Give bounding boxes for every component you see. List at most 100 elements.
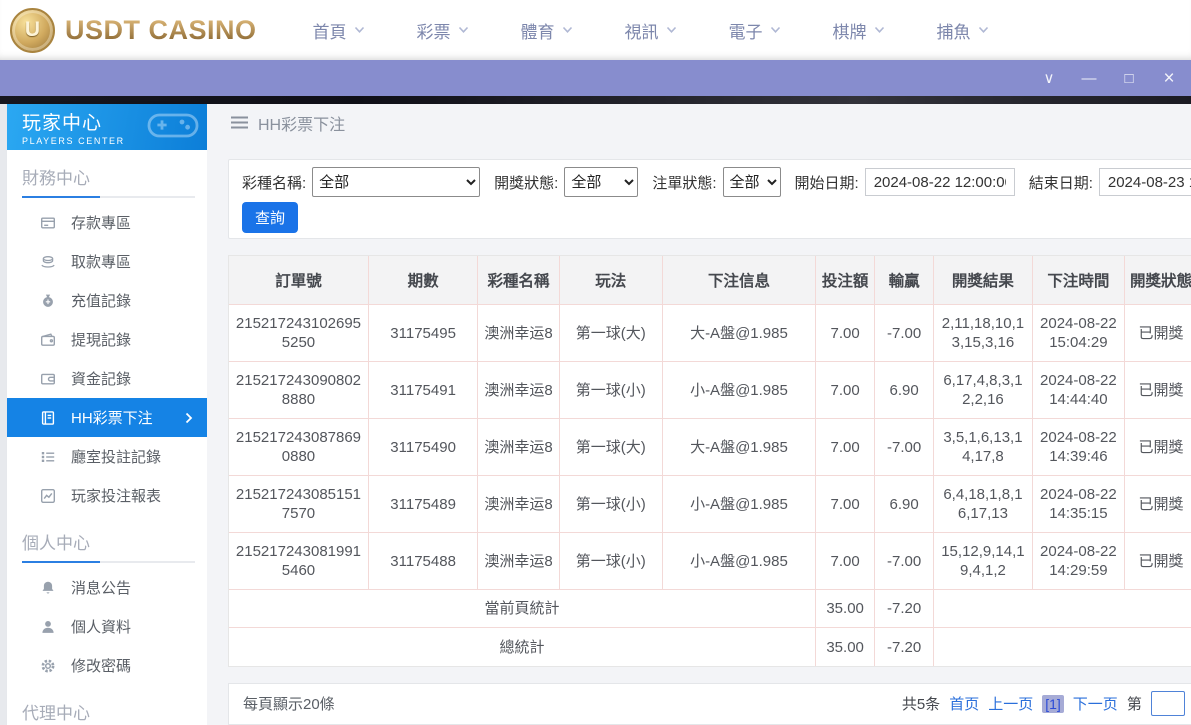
sidebar-section-title: 財務中心 bbox=[7, 150, 207, 196]
page-jump-input[interactable] bbox=[1151, 691, 1185, 716]
deposit-icon bbox=[40, 215, 56, 231]
next-page-link[interactable]: 下一页 bbox=[1073, 693, 1118, 714]
bets-table-card: 訂單號期數彩種名稱玩法下注信息投注額輸贏開獎結果下注時間開獎狀態注單狀態 215… bbox=[228, 255, 1191, 667]
nav-item[interactable]: 體育 bbox=[521, 18, 573, 43]
site-header: U USDT CASINO 首頁彩票體育視訊電子棋牌捕魚 bbox=[0, 0, 1191, 60]
table-cell: 15,12,9,14,19,4,1,2 bbox=[934, 533, 1033, 590]
nav-item[interactable]: 捕魚 bbox=[937, 18, 989, 43]
first-page-link[interactable]: 首页 bbox=[949, 693, 979, 714]
window-minimize-icon[interactable]: — bbox=[1081, 71, 1097, 86]
announcement-icon bbox=[40, 580, 56, 596]
table-cell: 2152172430878690880 bbox=[229, 419, 368, 476]
window-maximize-icon[interactable]: □ bbox=[1121, 71, 1137, 86]
start-date-input[interactable] bbox=[865, 168, 1015, 196]
chevron-down-icon bbox=[874, 26, 885, 34]
search-button[interactable]: 查詢 bbox=[242, 202, 298, 233]
draw-status-label: 開獎狀態: bbox=[494, 172, 558, 193]
table-cell: 已開獎 bbox=[1125, 476, 1191, 533]
filter-panel: 彩種名稱: 全部 開獎狀態: 全部 注單狀態: 全部 開始日期: 結束日期: bbox=[228, 159, 1191, 239]
table-cell: 大-A盤@1.985 bbox=[662, 419, 815, 476]
draw-status-select[interactable]: 全部 bbox=[564, 167, 638, 197]
window-titlebar: ∨ — □ × bbox=[0, 60, 1191, 96]
summary-cell: -7.20 bbox=[875, 590, 934, 628]
column-header: 開獎狀態 bbox=[1125, 256, 1191, 305]
table-cell: 2152172430908028880 bbox=[229, 362, 368, 419]
section-divider bbox=[22, 561, 195, 563]
table-row: 215217243081991546031175488澳洲幸运8第一球(小)小-… bbox=[229, 533, 1191, 590]
sidebar-item-label: 修改密碼 bbox=[71, 655, 131, 676]
withdraw-icon bbox=[40, 254, 56, 270]
order-status-label: 注單狀態: bbox=[652, 172, 716, 193]
sidebar-item[interactable]: 玩家投注報表 bbox=[7, 476, 207, 515]
page-size-text: 每頁顯示20條 bbox=[243, 693, 335, 714]
sidebar-subtitle: PLAYERS CENTER bbox=[22, 136, 125, 146]
table-cell: 澳洲幸运8 bbox=[478, 362, 560, 419]
table-cell: 2024-08-22 14:44:40 bbox=[1032, 362, 1124, 419]
table-cell: 已開獎 bbox=[1125, 533, 1191, 590]
sidebar-item[interactable]: 修改密碼 bbox=[7, 646, 207, 685]
table-cell: 已開獎 bbox=[1125, 419, 1191, 476]
column-header: 訂單號 bbox=[229, 256, 368, 305]
table-cell: 澳洲幸运8 bbox=[478, 419, 560, 476]
window-collapse-icon[interactable]: ∨ bbox=[1041, 71, 1057, 86]
window-close-icon[interactable]: × bbox=[1161, 69, 1177, 88]
sidebar-item[interactable]: 充值記錄 bbox=[7, 281, 207, 320]
sidebar-item[interactable]: 廳室投註記錄 bbox=[7, 437, 207, 476]
table-cell: 6,4,18,1,8,16,17,13 bbox=[934, 476, 1033, 533]
nav-item[interactable]: 棋牌 bbox=[833, 18, 885, 43]
column-header: 投注額 bbox=[816, 256, 875, 305]
hamburger-icon[interactable] bbox=[231, 116, 248, 129]
funds-record-icon bbox=[40, 371, 56, 387]
table-cell: 小-A盤@1.985 bbox=[662, 476, 815, 533]
nav-item[interactable]: 視訊 bbox=[625, 18, 677, 43]
nav-item-label: 彩票 bbox=[417, 18, 451, 43]
sidebar-item[interactable]: 取款專區 bbox=[7, 242, 207, 281]
table-cell: 澳洲幸运8 bbox=[478, 476, 560, 533]
sidebar-item[interactable]: HH彩票下注 bbox=[7, 398, 207, 437]
nav-item[interactable]: 首頁 bbox=[313, 18, 365, 43]
sidebar-item[interactable]: 個人資料 bbox=[7, 607, 207, 646]
sidebar-menu: 財務中心存款專區取款專區充值記錄提現記錄資金記錄HH彩票下注廳室投註記錄玩家投注… bbox=[7, 150, 207, 725]
main-nav: 首頁 彩票 體育 視訊 電子 棋牌 捕魚 bbox=[313, 18, 989, 43]
table-cell: 31175495 bbox=[368, 305, 477, 362]
table-cell: 3,5,1,6,13,14,17,8 bbox=[934, 419, 1033, 476]
column-header: 玩法 bbox=[559, 256, 662, 305]
section-divider bbox=[22, 196, 195, 198]
table-cell: 已開獎 bbox=[1125, 305, 1191, 362]
sidebar-item[interactable]: 提現記錄 bbox=[7, 320, 207, 359]
chevron-right-icon bbox=[185, 411, 193, 428]
table-cell: 7.00 bbox=[816, 419, 875, 476]
chevron-down-icon bbox=[562, 26, 573, 34]
chevron-down-icon bbox=[458, 26, 469, 34]
table-cell: 小-A盤@1.985 bbox=[662, 533, 815, 590]
recharge-record-icon bbox=[40, 293, 56, 309]
lottery-name-select[interactable]: 全部 bbox=[312, 167, 480, 197]
hall-record-icon bbox=[40, 449, 56, 465]
summary-cell: 當前頁統計 bbox=[229, 590, 816, 628]
sidebar-item[interactable]: 存款專區 bbox=[7, 203, 207, 242]
chevron-down-icon bbox=[354, 26, 365, 34]
nav-item[interactable]: 彩票 bbox=[417, 18, 469, 43]
table-cell: 2024-08-22 15:04:29 bbox=[1032, 305, 1124, 362]
sidebar-header: 玩家中心 PLAYERS CENTER bbox=[7, 104, 207, 150]
sidebar-item-label: 提現記錄 bbox=[71, 329, 131, 350]
grand-summary-row: 總統計35.00-7.20 bbox=[229, 628, 1191, 666]
table-cell: 31175489 bbox=[368, 476, 477, 533]
sidebar-item[interactable]: 資金記錄 bbox=[7, 359, 207, 398]
table-cell: 第一球(小) bbox=[559, 533, 662, 590]
total-count-text: 共5条 bbox=[902, 693, 940, 714]
table-cell: 第一球(小) bbox=[559, 362, 662, 419]
table-cell: 已開獎 bbox=[1125, 362, 1191, 419]
table-cell: 第一球(大) bbox=[559, 419, 662, 476]
current-page-indicator[interactable]: [1] bbox=[1042, 695, 1064, 713]
sidebar-item-label: 個人資料 bbox=[71, 616, 131, 637]
end-date-input[interactable] bbox=[1099, 168, 1191, 196]
order-status-select[interactable]: 全部 bbox=[723, 167, 781, 197]
sidebar-item[interactable]: 消息公告 bbox=[7, 568, 207, 607]
prev-page-link[interactable]: 上一页 bbox=[988, 693, 1033, 714]
nav-item[interactable]: 電子 bbox=[729, 18, 781, 43]
table-row: 215217243090802888031175491澳洲幸运8第一球(小)小-… bbox=[229, 362, 1191, 419]
usdt-coin-logo-icon: U bbox=[10, 8, 55, 53]
nav-item-label: 棋牌 bbox=[833, 18, 867, 43]
table-body: 215217243102695525031175495澳洲幸运8第一球(大)大-… bbox=[229, 305, 1191, 666]
